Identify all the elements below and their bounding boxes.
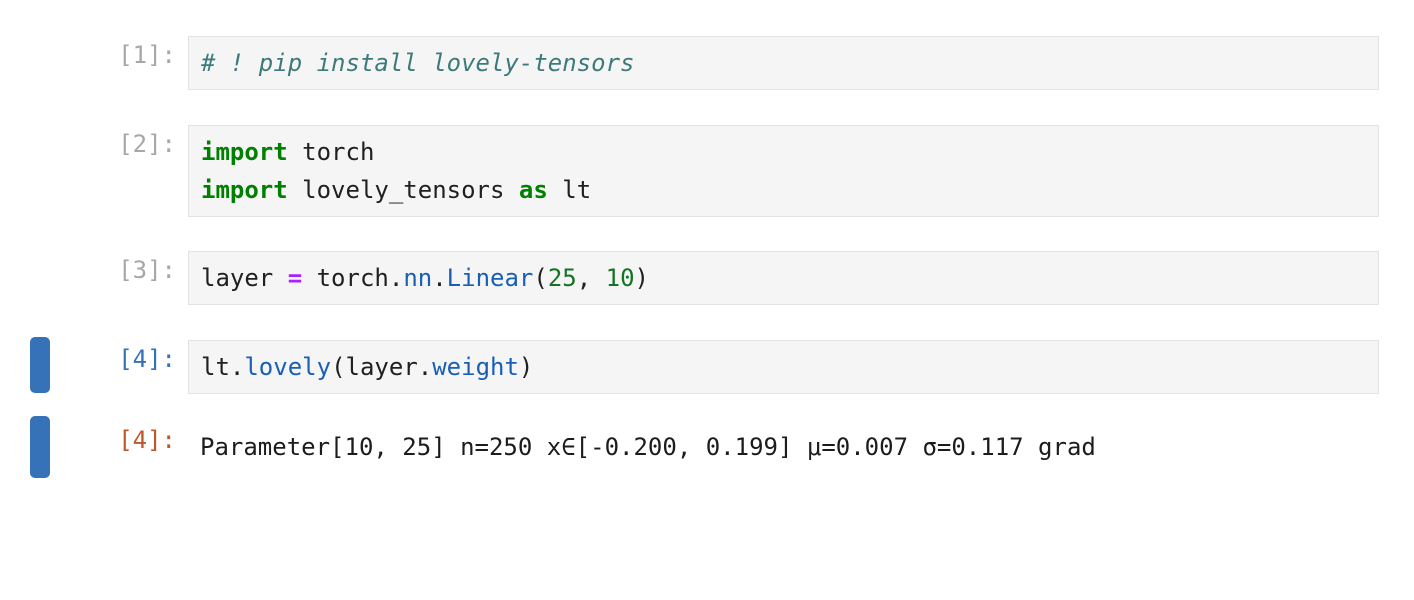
code-token-name: lovely_tensors xyxy=(287,176,519,204)
code-token-punct: ) xyxy=(518,353,534,381)
output-prompt-4: [4]: xyxy=(118,426,176,454)
code-line: import lovely_tensors as lt xyxy=(201,171,1378,209)
code-token-function: lovely xyxy=(244,353,332,381)
code-line: layer = torch.nn.Linear(25, 10) xyxy=(201,259,1378,297)
input-prompt-4: [4]: xyxy=(118,345,176,373)
code-token-keyword: import xyxy=(201,176,288,204)
input-prompt-1: [1]: xyxy=(118,41,176,69)
code-token-name: layer. xyxy=(345,353,433,381)
input-prompt-2: [2]: xyxy=(118,130,176,158)
code-token-number: 10 xyxy=(605,264,635,292)
code-editor-4[interactable]: lt.lovely(layer.weight) xyxy=(188,340,1379,394)
code-token-class: Linear xyxy=(446,264,534,292)
code-token-name: torch xyxy=(287,138,375,166)
code-token-punct: , xyxy=(576,264,606,292)
code-editor-1[interactable]: # ! pip install lovely-tensors xyxy=(188,36,1379,90)
code-token-operator: = xyxy=(287,264,303,292)
code-token-comment: # ! pip install lovely-tensors xyxy=(201,49,635,77)
code-token-module: nn xyxy=(403,264,433,292)
notebook-cell-1[interactable]: [1]: # ! pip install lovely-tensors xyxy=(0,36,1414,90)
code-line: import torch xyxy=(201,133,1378,171)
code-token-punct: ) xyxy=(634,264,649,292)
notebook-canvas: [1]: # ! pip install lovely-tensors [2]:… xyxy=(0,0,1414,600)
output-text: Parameter[10, 25] n=250 x∈[-0.200, 0.199… xyxy=(200,433,1096,461)
code-token-keyword: import xyxy=(201,138,288,166)
output-area: Parameter[10, 25] n=250 x∈[-0.200, 0.199… xyxy=(188,421,1379,473)
code-editor-2[interactable]: import torch import lovely_tensors as lt xyxy=(188,125,1379,217)
input-prompt-3: [3]: xyxy=(118,256,176,284)
notebook-cell-2[interactable]: [2]: import torch import lovely_tensors … xyxy=(0,125,1414,217)
notebook-cell-3[interactable]: [3]: layer = torch.nn.Linear(25, 10) xyxy=(0,251,1414,305)
code-line: # ! pip install lovely-tensors xyxy=(201,44,1378,82)
notebook-cell-4[interactable]: [4]: lt.lovely(layer.weight) xyxy=(0,340,1414,394)
notebook-output-4: [4]: Parameter[10, 25] n=250 x∈[-0.200, … xyxy=(0,421,1414,473)
code-token-punct: ( xyxy=(533,264,548,292)
code-token-punct: . xyxy=(432,264,447,292)
code-token-attribute: weight xyxy=(432,353,519,381)
code-editor-3[interactable]: layer = torch.nn.Linear(25, 10) xyxy=(188,251,1379,305)
code-token-name: lt xyxy=(547,176,592,204)
code-token-name: lt. xyxy=(201,353,245,381)
code-line: lt.lovely(layer.weight) xyxy=(201,348,1378,386)
code-token-number: 25 xyxy=(547,264,577,292)
code-token-name: layer xyxy=(201,264,288,292)
code-token-name: torch. xyxy=(302,264,404,292)
code-token-punct: ( xyxy=(331,353,346,381)
code-token-keyword: as xyxy=(518,176,548,204)
